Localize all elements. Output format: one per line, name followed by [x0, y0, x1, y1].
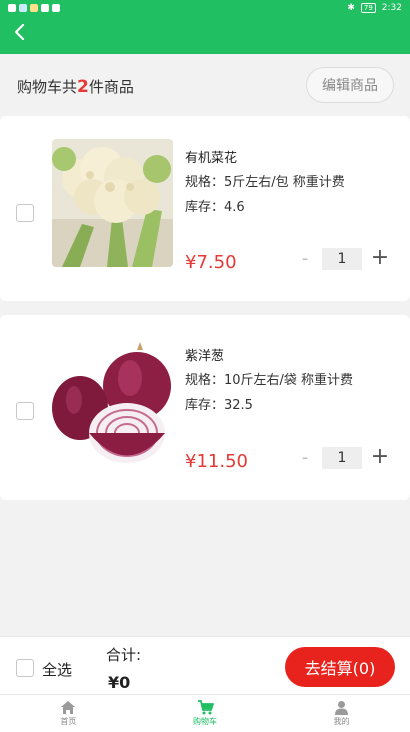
bluetooth-icon: ✱	[347, 3, 355, 13]
status-bar: ✱ 79 2:32	[0, 0, 410, 16]
app-notification-icon	[19, 4, 27, 12]
cart-header: 购物车共2件商品 编辑商品	[0, 54, 410, 116]
back-arrow-icon	[14, 24, 25, 40]
select-all-label[interactable]: 全选	[42, 659, 72, 680]
item-stock: 库存：32.5	[185, 398, 253, 413]
item-price: ¥11.50	[185, 451, 248, 472]
item-name[interactable]: 紫洋葱	[185, 345, 224, 364]
tab-label: 首页	[60, 717, 77, 726]
cart-title-suffix: 件商品	[88, 78, 134, 96]
tab-profile[interactable]: 我的	[273, 695, 410, 732]
item-checkbox[interactable]	[16, 204, 34, 222]
tab-label: 购物车	[193, 717, 217, 726]
back-button[interactable]	[8, 20, 32, 44]
wifi-icon	[8, 4, 16, 12]
user-icon	[335, 701, 349, 715]
red-onion-image	[52, 338, 173, 466]
cart-item-card: 有机菜花 规格：5斤左右/包 称重计费 库存：4.6 ¥7.50 - 1 +	[0, 116, 410, 301]
cart-summary-title: 购物车共2件商品	[17, 76, 134, 97]
clock: 2:32	[381, 3, 402, 13]
app-notification-icon	[30, 4, 38, 12]
item-spec: 规格：10斤左右/袋 称重计费	[185, 373, 354, 388]
quantity-decrease-button[interactable]: -	[297, 448, 313, 468]
bottom-tab-bar: 首页 购物车 我的	[0, 694, 410, 732]
notification-icons	[8, 4, 60, 12]
app-notification-icon	[52, 4, 60, 12]
app-notification-icon	[41, 4, 49, 12]
select-all-checkbox[interactable]	[16, 659, 34, 677]
tab-cart[interactable]: 购物车	[137, 695, 274, 732]
cauliflower-image	[52, 139, 173, 267]
item-price: ¥7.50	[185, 252, 237, 273]
tab-label: 我的	[333, 717, 350, 726]
quantity-decrease-button[interactable]: -	[297, 249, 313, 269]
top-nav-bar	[0, 16, 410, 54]
item-checkbox[interactable]	[16, 402, 34, 420]
home-icon	[61, 701, 76, 714]
item-stock: 库存：4.6	[185, 200, 245, 215]
red-onion-image[interactable]	[52, 338, 173, 466]
checkout-button[interactable]: 去结算(0)	[285, 647, 395, 687]
total-label: 合计:	[106, 646, 142, 664]
quantity-value[interactable]: 1	[322, 248, 362, 270]
item-spec: 规格：5斤左右/包 称重计费	[185, 175, 345, 190]
total-amount: ¥0	[108, 673, 131, 692]
battery-icon: 79	[360, 3, 376, 13]
cart-item-card: 紫洋葱 规格：10斤左右/袋 称重计费 库存：32.5 ¥11.50 - 1 +	[0, 315, 410, 500]
tab-home[interactable]: 首页	[0, 695, 137, 732]
cart-item-count: 2	[77, 77, 89, 97]
cart-icon	[197, 700, 214, 715]
quantity-value[interactable]: 1	[322, 447, 362, 469]
quantity-increase-button[interactable]: +	[370, 247, 390, 269]
edit-items-button[interactable]: 编辑商品	[306, 67, 394, 103]
quantity-increase-button[interactable]: +	[370, 446, 390, 468]
checkout-bar: 全选 合计: ¥0 去结算(0)	[0, 636, 410, 694]
cauliflower-image[interactable]	[52, 139, 173, 267]
cart-title-prefix: 购物车共	[17, 78, 78, 96]
item-name[interactable]: 有机菜花	[185, 147, 237, 166]
